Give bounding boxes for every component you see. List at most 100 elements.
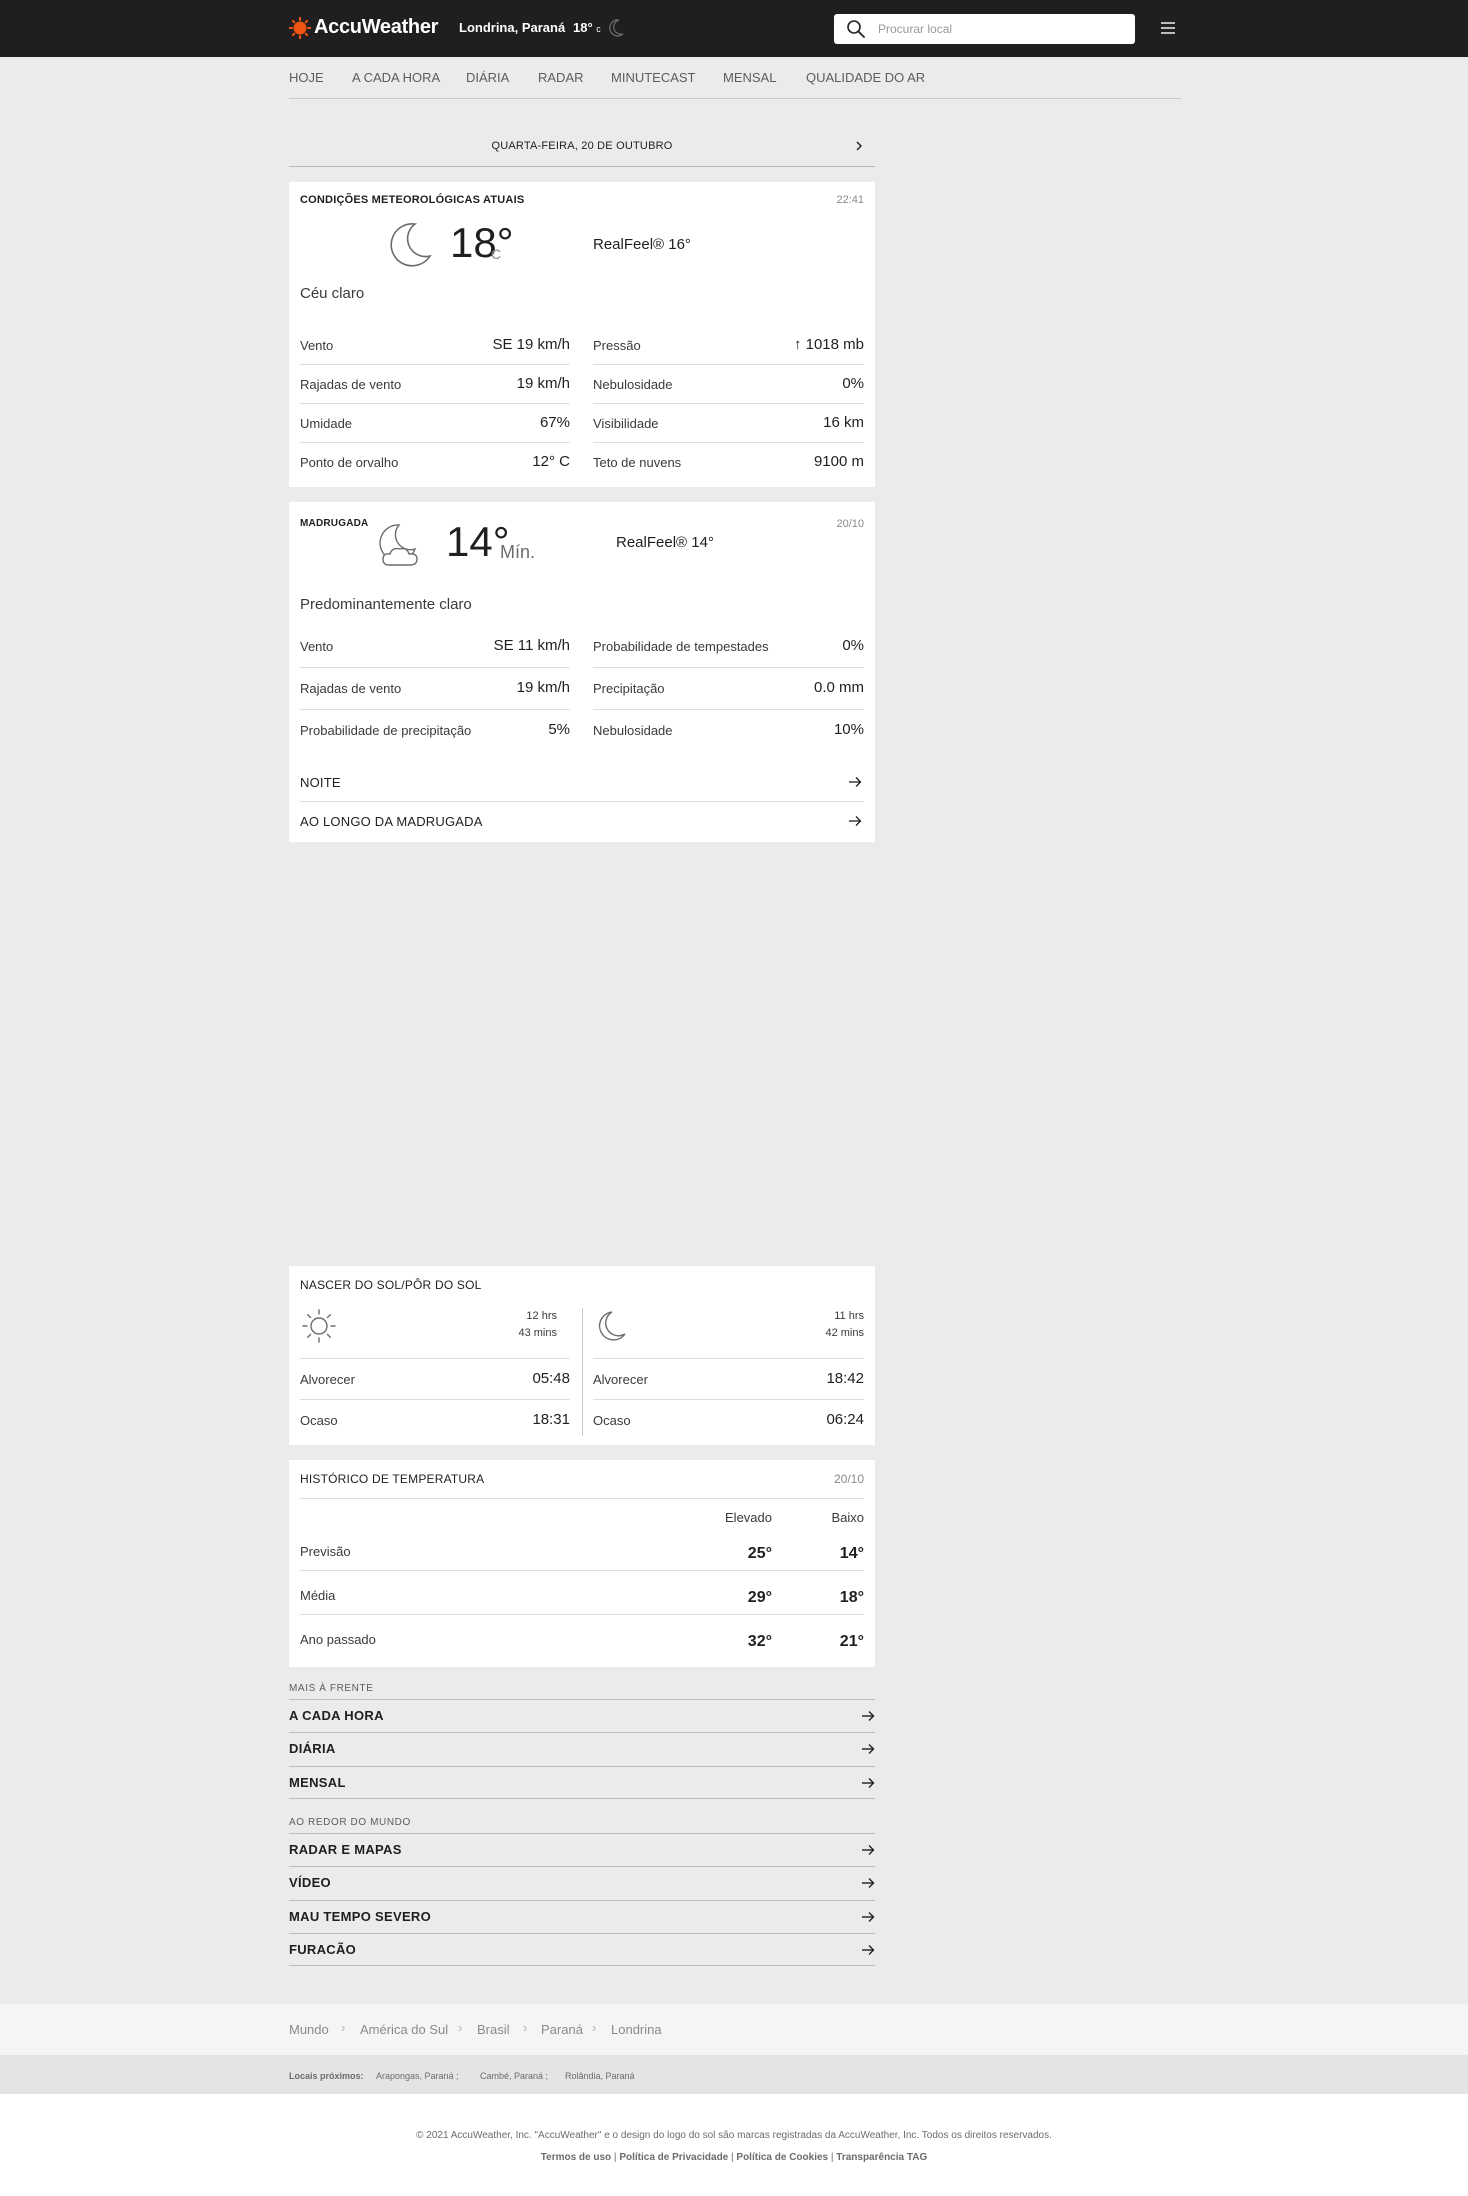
- detail-label: Teto de nuvens: [593, 455, 682, 470]
- accuweather-logo[interactable]: AccuWeather: [289, 16, 438, 39]
- nav-tab-minutecast[interactable]: MINUTECAST: [611, 70, 696, 85]
- moonset-time: 06:24: [826, 1411, 864, 1428]
- link-label: AO LONGO DA MADRUGADA: [300, 814, 483, 829]
- history-row: Previsão 25° 14°: [300, 1527, 864, 1571]
- link-daily[interactable]: DIÁRIA: [289, 1732, 875, 1765]
- card-title: MADRUGADA: [300, 518, 369, 529]
- detail-row: Vento SE 19 km/h: [300, 326, 570, 365]
- nearby-location[interactable]: Cambé, Paraná ;: [480, 2071, 548, 2081]
- detail-row: Rajadas de vento 19 km/h: [300, 668, 570, 710]
- link-hourly[interactable]: A CADA HORA: [289, 1699, 875, 1732]
- link-label: MENSAL: [289, 1775, 346, 1790]
- nearby-location[interactable]: Arapongas, Paraná ;: [376, 2071, 459, 2081]
- chevron-right-icon[interactable]: [853, 139, 865, 153]
- breadcrumb: Mundo › América do Sul › Brasil › Paraná…: [0, 2004, 1468, 2055]
- detail-label: Pressão: [593, 338, 641, 353]
- detail-row: Umidade 67%: [300, 404, 570, 443]
- search-icon[interactable]: [846, 19, 866, 39]
- card-date: 20/10: [833, 1472, 864, 1486]
- nav-tab-radar[interactable]: RADAR: [538, 70, 584, 85]
- detail-row: Ponto de orvalho 12° C: [300, 443, 570, 482]
- nav-tab-hourly[interactable]: A CADA HORA: [352, 70, 440, 85]
- sunrise-time: 05:48: [532, 1370, 570, 1387]
- arrow-right-icon: [862, 1778, 875, 1788]
- arrow-right-icon: [862, 1845, 875, 1855]
- breadcrumb-world[interactable]: Mundo: [289, 2022, 329, 2037]
- link-hurricane[interactable]: FURACÃO: [289, 1933, 875, 1966]
- breadcrumb-state[interactable]: Paraná: [541, 2022, 583, 2037]
- detail-row: Rajadas de vento 19 km/h: [300, 365, 570, 404]
- link-severe-weather[interactable]: MAU TEMPO SEVERO: [289, 1900, 875, 1933]
- sun-duration-minutes: 43 mins: [518, 1327, 557, 1339]
- nav-tab-air-quality[interactable]: QUALIDADE DO AR: [806, 70, 925, 85]
- search-box[interactable]: [834, 14, 1135, 44]
- privacy-link[interactable]: Política de Privacidade: [619, 2152, 728, 2163]
- link-radar-maps[interactable]: RADAR E MAPAS: [289, 1833, 875, 1866]
- night-link[interactable]: NOITE: [300, 763, 864, 802]
- header-temp-unit: c: [596, 24, 601, 34]
- footer: © 2021 AccuWeather, Inc. "AccuWeather" e…: [0, 2094, 1468, 2196]
- moonrise-row: Alvorecer 18:42: [593, 1358, 864, 1400]
- card-date: 20/10: [836, 518, 864, 530]
- link-label: NOITE: [300, 775, 341, 790]
- chevron-right-icon: ›: [523, 2020, 528, 2035]
- detail-label: Alvorecer: [593, 1372, 648, 1387]
- date-navigator[interactable]: QUARTA-FEIRA, 20 DE OUTUBRO: [289, 131, 875, 167]
- current-conditions-card: CONDIÇÕES METEOROLÓGICAS ATUAIS 22:41 18…: [289, 182, 875, 487]
- breadcrumb-continent[interactable]: América do Sul: [360, 2022, 448, 2037]
- nearby-location[interactable]: Rolândia, Paraná: [565, 2071, 635, 2081]
- history-high: 25°: [747, 1545, 772, 1562]
- nav-tab-monthly[interactable]: MENSAL: [723, 70, 776, 85]
- detail-label: Ponto de orvalho: [300, 455, 399, 470]
- detail-value: 10%: [833, 721, 864, 738]
- detail-value: SE 19 km/h: [492, 336, 570, 353]
- realfeel: RealFeel® 14°: [616, 534, 714, 551]
- breadcrumb-country[interactable]: Brasil: [477, 2022, 510, 2037]
- subnav: HOJE A CADA HORA DIÁRIA RADAR MINUTECAST…: [289, 57, 1181, 99]
- detail-value: 0%: [842, 375, 864, 392]
- detail-value: 5%: [548, 721, 570, 738]
- detail-label: Ocaso: [593, 1413, 631, 1428]
- link-monthly[interactable]: MENSAL: [289, 1766, 875, 1799]
- card-title: CONDIÇÕES METEOROLÓGICAS ATUAIS: [300, 194, 525, 206]
- detail-label: Visibilidade: [593, 416, 659, 431]
- nav-tab-daily[interactable]: DIÁRIA: [466, 70, 509, 85]
- hamburger-menu-icon[interactable]: [1160, 20, 1176, 36]
- chevron-right-icon: ›: [592, 2020, 597, 2035]
- partly-clear-moon-icon: [379, 524, 418, 566]
- link-video[interactable]: VÍDEO: [289, 1866, 875, 1899]
- current-location[interactable]: Londrina, Paraná: [459, 20, 565, 35]
- weather-phrase: Predominantemente claro: [300, 596, 472, 613]
- moon-duration-hours: 11 hrs: [834, 1310, 864, 1322]
- overnight-card: MADRUGADA 20/10 14° Mín. RealFeel® 14° P…: [289, 502, 875, 842]
- cookies-link[interactable]: Política de Cookies: [736, 2152, 828, 2163]
- detail-value: 0%: [842, 637, 864, 654]
- divider: [300, 1498, 864, 1499]
- realfeel: RealFeel® 16°: [593, 236, 691, 253]
- detail-label: Probabilidade de precipitação: [300, 723, 472, 738]
- detail-label: Ocaso: [300, 1413, 338, 1428]
- detail-value: 19 km/h: [516, 679, 570, 696]
- arrow-right-icon: [849, 816, 862, 826]
- detail-label: Probabilidade de tempestades: [593, 639, 769, 654]
- tag-transparency-link[interactable]: Transparência TAG: [836, 2152, 927, 2163]
- detail-label: Alvorecer: [300, 1372, 355, 1387]
- arrow-right-icon: [862, 1878, 875, 1888]
- history-label: Média: [300, 1588, 336, 1603]
- nearby-label: Locais próximos:: [289, 2071, 364, 2081]
- breadcrumb-city[interactable]: Londrina: [611, 2022, 662, 2037]
- overnight-link[interactable]: AO LONGO DA MADRUGADA: [300, 802, 864, 841]
- top-header: AccuWeather Londrina, Paraná 18° c: [0, 0, 1468, 57]
- chevron-right-icon: ›: [458, 2020, 463, 2035]
- current-temperature: 18°: [450, 219, 514, 266]
- header-temperature[interactable]: 18° c: [573, 20, 601, 35]
- temperature-label: Mín.: [500, 542, 536, 562]
- history-high: 29°: [747, 1589, 772, 1606]
- nav-tab-today[interactable]: HOJE: [289, 70, 324, 85]
- sunset-time: 18:31: [532, 1411, 570, 1428]
- terms-link[interactable]: Termos de uso: [541, 2152, 611, 2163]
- header-temp-value: 18°: [573, 20, 593, 35]
- history-low: 18°: [839, 1589, 864, 1606]
- search-input[interactable]: [878, 20, 1118, 38]
- footer-links: Termos de uso | Política de Privacidade …: [540, 2152, 928, 2163]
